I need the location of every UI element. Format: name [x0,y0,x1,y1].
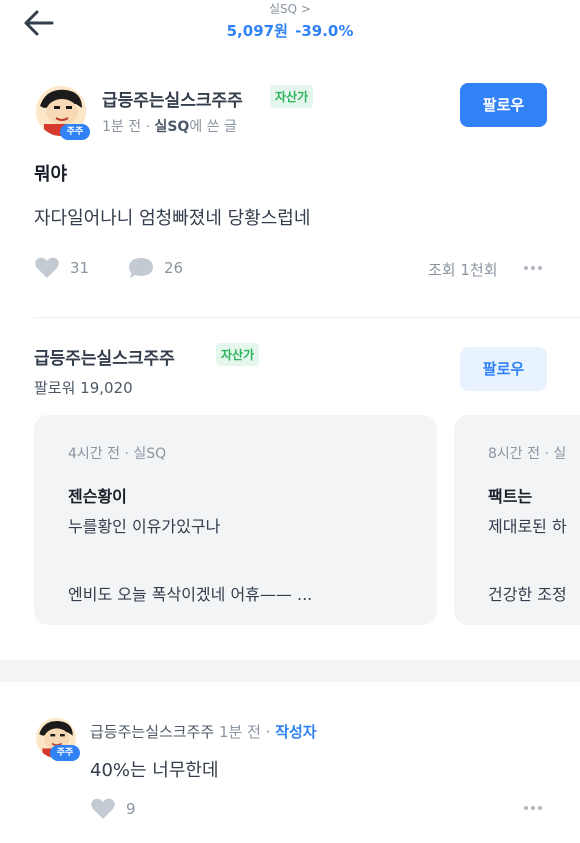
more-dots-icon[interactable] [524,266,542,270]
comment-header: 급등주는실스크주주 1분 전 · 작성자 [90,721,317,742]
section-divider [0,660,580,682]
comment-button[interactable]: 26 [128,256,183,280]
price-value: 5,097원 [226,22,288,40]
profile-name[interactable]: 급등주는실스크주주 [34,344,175,369]
comment-avatar-badge: 주주 [50,745,80,761]
comment-like-count: 9 [126,800,136,818]
card-line: 제대로된 하 [488,517,567,536]
view-count: 조회 1천회 [428,261,498,279]
divider [34,317,580,318]
asset-holder-tag: 자산가 [270,85,314,108]
follow-button[interactable]: 팔로우 [460,83,547,127]
stock-price: 5,097원 -39.0% [0,20,580,41]
like-button[interactable]: 31 [34,256,89,280]
comment-like-button[interactable]: 9 [90,797,136,821]
post-meta: 1분 전 · 실SQ에 쓴 글 [102,116,237,136]
more-dots-icon[interactable] [524,806,542,810]
comment-body: 40%는 너무한데 [90,760,219,781]
card-meta: 8시간 전 · 실 [488,446,567,462]
comment-count: 26 [164,259,184,277]
profile-follow-button[interactable]: 팔로우 [460,347,547,391]
avatar-badge: 주주 [60,124,90,140]
card-line: 누를황인 이유가있구나 [68,517,221,536]
post-meta-suffix: 에 쓴 글 [189,119,237,135]
comment-bubble-icon [129,258,153,278]
post-title: 뭐야 [34,164,68,185]
profile-asset-tag: 자산가 [216,343,260,366]
top-bar: 실SQ > 5,097원 -39.0% [0,0,580,50]
follower-count: 팔로워 19,020 [34,379,133,397]
card-meta: 4시간 전 · 실SQ [68,446,167,462]
card-title: 젠슨황이 [68,487,127,506]
post-time: 1분 전 · [102,119,155,135]
card-line: 건강한 조정 [488,585,567,604]
post-stock-link[interactable]: 실SQ [154,119,189,135]
post-card[interactable]: 8시간 전 · 실 팩트는 제대로된 하 건강한 조정 [454,415,580,625]
card-title: 팩트는 [488,487,533,506]
comment-time: 1분 전 · [214,723,276,741]
price-change: -39.0% [295,22,354,40]
heart-icon [35,257,59,278]
post-card[interactable]: 4시간 전 · 실SQ 젠슨황이 누를황인 이유가있구나 엔비도 오늘 폭삭이겠… [34,415,437,625]
post-author-name[interactable]: 급등주는실스크주주 [102,86,243,111]
like-count: 31 [70,259,90,277]
heart-icon [91,798,115,819]
comment-writer-tag: 작성자 [275,723,317,741]
card-line: 엔비도 오늘 폭삭이겠네 어휴—— ... [68,585,313,604]
stock-name-link[interactable]: 실SQ > [0,0,580,17]
post-body: 자다일어나니 엄청빠졌네 당황스럽네 [34,208,311,229]
comment-author-name[interactable]: 급등주는실스크주주 [90,723,214,741]
